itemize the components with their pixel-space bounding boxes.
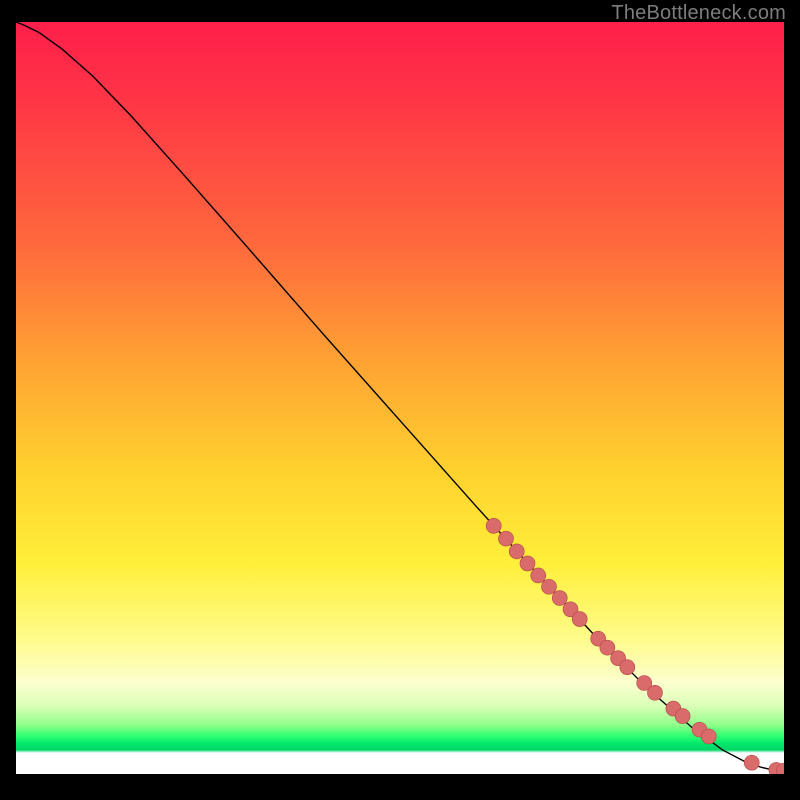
data-dot xyxy=(647,685,662,700)
data-dot xyxy=(620,660,635,675)
dots-series xyxy=(486,518,784,774)
curve-layer xyxy=(16,22,784,774)
data-dot xyxy=(520,556,535,571)
data-dot xyxy=(701,729,716,744)
curve-series xyxy=(16,22,784,771)
data-dot xyxy=(552,591,567,606)
data-dot xyxy=(498,531,513,546)
data-dot xyxy=(486,518,501,533)
data-dot xyxy=(531,568,546,583)
data-dot xyxy=(541,579,556,594)
curve-path xyxy=(16,22,784,771)
plot-area xyxy=(16,22,784,774)
data-dot xyxy=(675,709,690,724)
data-dot xyxy=(572,612,587,627)
data-dot xyxy=(744,755,759,770)
data-dot xyxy=(509,544,524,559)
chart-stage: TheBottleneck.com xyxy=(0,0,800,800)
